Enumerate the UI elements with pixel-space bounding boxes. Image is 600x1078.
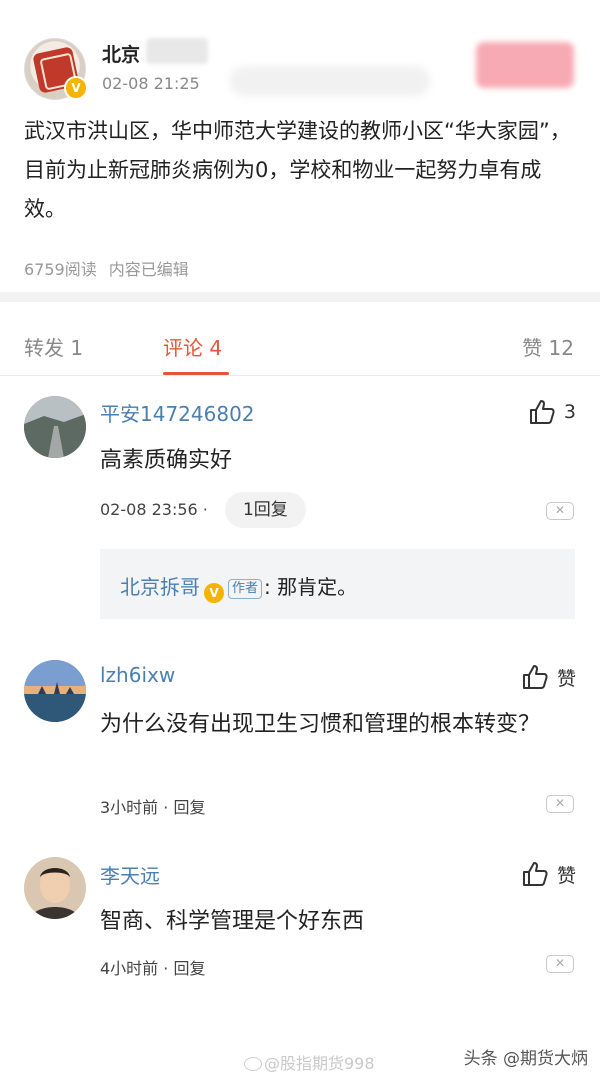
comment-text: 为什么没有出现卫生习惯和管理的根本转变？ — [100, 712, 541, 737]
comment-meta[interactable]: 3小时前 · 回复 — [100, 794, 205, 818]
watermark: @股指期货998 — [244, 1050, 375, 1074]
post-time: 02-08 21:25 — [102, 74, 200, 93]
view-count: 6759阅读 — [24, 260, 97, 279]
author-name[interactable]: 北京 — [102, 40, 140, 67]
like-button[interactable]: 赞 — [521, 663, 576, 691]
thumb-up-icon — [529, 400, 555, 424]
verified-icon: V — [204, 583, 224, 603]
like-label: 赞 — [556, 864, 576, 887]
redacted-name — [146, 38, 208, 64]
post-meta: 6759阅读 内容已编辑 — [24, 256, 189, 280]
tab-bar: 转发 1 评论 4 赞 12 — [0, 302, 600, 376]
like-button[interactable]: 赞 — [521, 860, 576, 888]
redacted-area — [230, 66, 430, 96]
comment-text: 智商、科学管理是个好东西 — [100, 909, 365, 934]
comment-meta[interactable]: 4小时前 · 回复 — [100, 955, 205, 979]
comment-meta: 02-08 23:56 · 1回复 — [100, 492, 306, 528]
reply-count-button[interactable]: 1回复 — [224, 492, 306, 528]
commenter-name[interactable]: lzh6ixw — [100, 663, 175, 687]
sub-reply[interactable]: 北京拆哥 V 作者: 那肯定。 — [100, 549, 575, 619]
active-tab-indicator — [163, 372, 229, 375]
commenter-name[interactable]: 李天远 — [100, 860, 160, 889]
reply-author[interactable]: 北京拆哥 — [120, 575, 200, 599]
like-count: 3 — [563, 401, 576, 423]
weibo-icon — [244, 1057, 262, 1071]
close-icon[interactable]: ✕ — [546, 795, 574, 813]
tab-likes[interactable]: 赞 12 — [522, 332, 574, 361]
commenter-name[interactable]: 平安147246802 — [100, 398, 255, 427]
verified-icon: V — [64, 76, 88, 100]
like-button[interactable]: 3 — [528, 398, 576, 426]
commenter-avatar[interactable] — [24, 857, 86, 919]
comment-time: 02-08 23:56 · — [100, 500, 208, 519]
section-divider — [0, 292, 600, 302]
commenter-avatar[interactable] — [24, 396, 86, 458]
post-body: 武汉市洪山区，华中师范大学建设的教师小区“华大家园”，目前为止新冠肺炎病例为0，… — [24, 119, 571, 221]
edited-label: 内容已编辑 — [108, 260, 189, 279]
source-tag: 头条 @期货大炳 — [463, 1049, 588, 1069]
close-icon[interactable]: ✕ — [546, 955, 574, 973]
thumb-up-icon — [522, 862, 548, 886]
comment-text: 高素质确实好 — [100, 448, 233, 473]
tab-repost[interactable]: 转发 1 — [24, 332, 83, 361]
commenter-avatar[interactable] — [24, 660, 86, 722]
weibo-post: V 北京 02-08 21:25 武汉市洪山区，华中师范大学建设的教师小区“华大… — [0, 0, 600, 292]
reply-text: : 那肯定。 — [264, 575, 358, 599]
author-tag: 作者 — [228, 579, 263, 599]
thumb-up-icon — [522, 665, 548, 689]
close-icon[interactable]: ✕ — [546, 502, 574, 520]
follow-button[interactable] — [476, 42, 574, 88]
like-label: 赞 — [556, 667, 576, 690]
